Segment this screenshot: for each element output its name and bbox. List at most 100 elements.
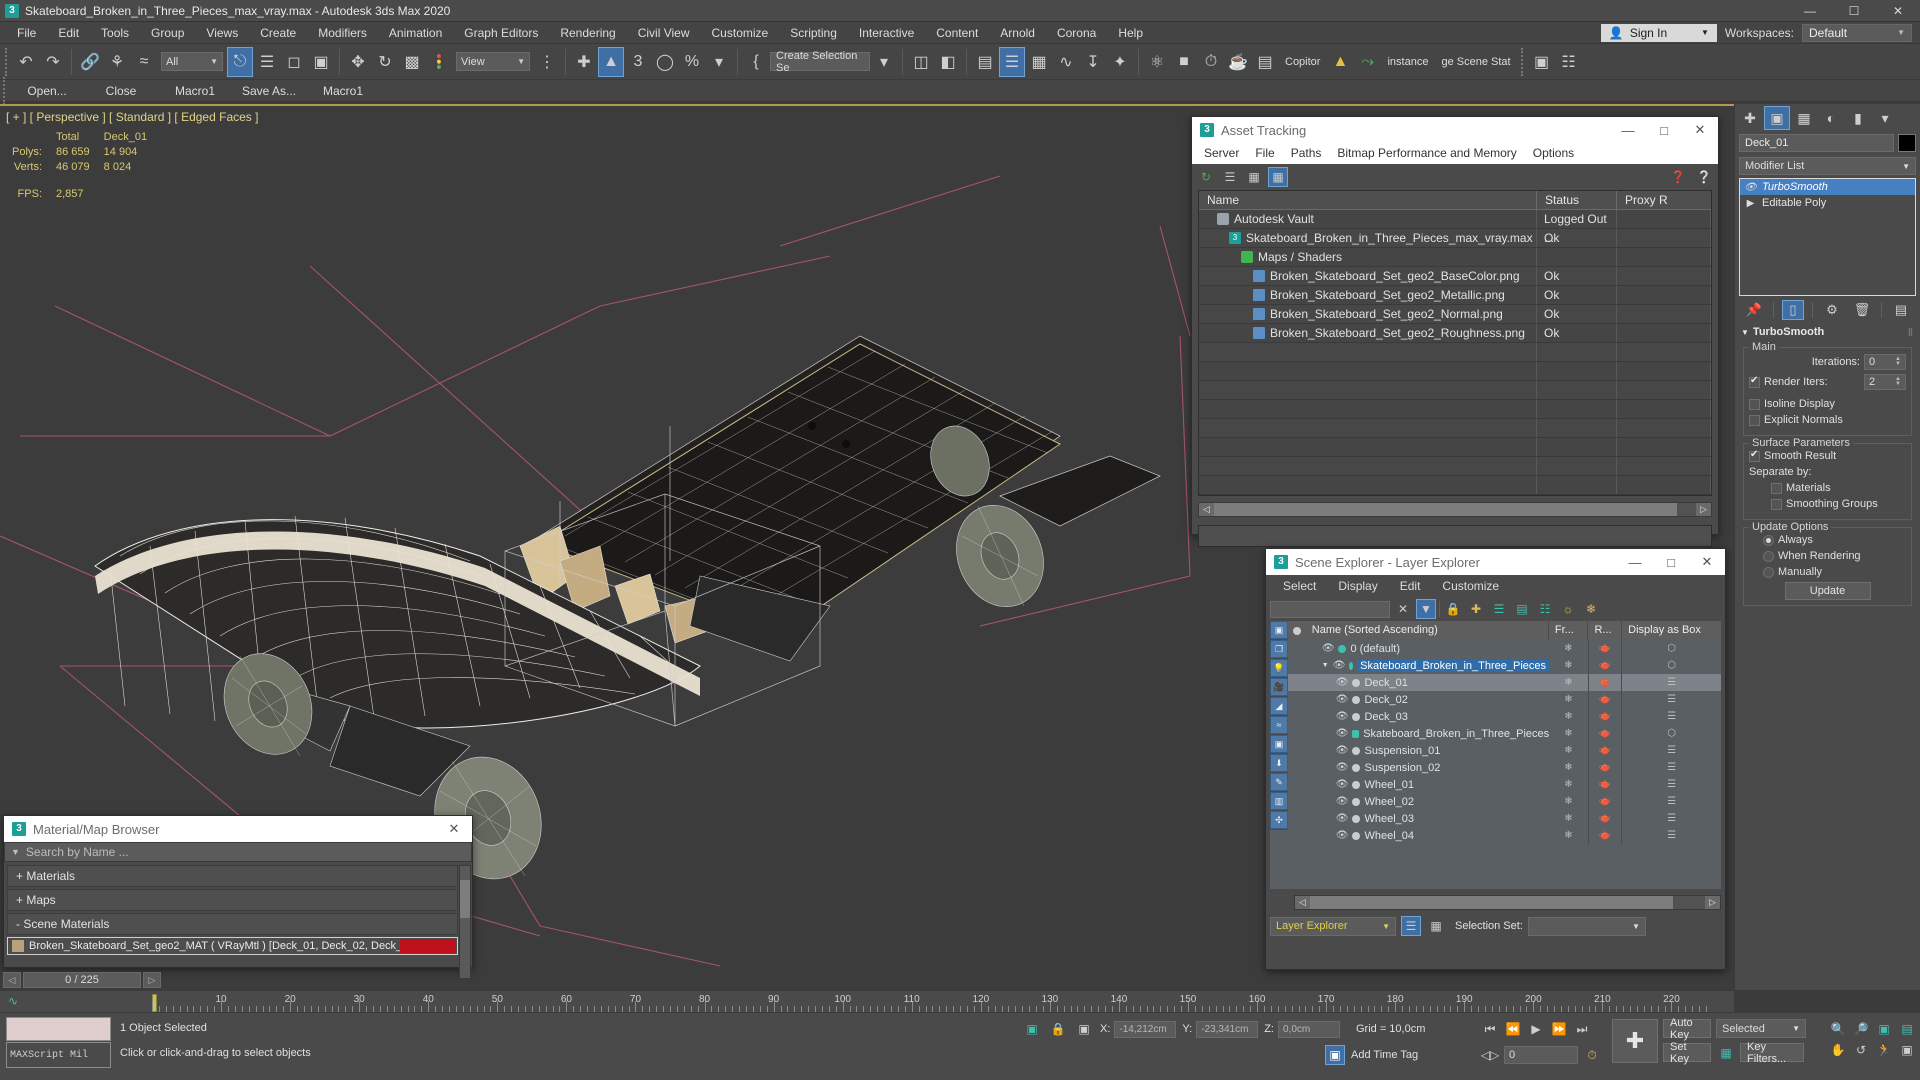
visibility-eye-icon[interactable]: 👁	[1336, 779, 1349, 790]
key-mode-toggle-icon[interactable]: ◁▷	[1480, 1045, 1500, 1065]
add-layer-icon[interactable]: ✚	[1466, 599, 1486, 619]
display-as-box-icon[interactable]: ☰	[1622, 793, 1721, 810]
maximize-icon[interactable]: □	[1646, 117, 1682, 143]
tab-motion[interactable]: ◐	[1818, 106, 1844, 130]
open-file-icon[interactable]: ☷	[1556, 47, 1582, 77]
key-filters-button[interactable]: Key Filters...	[1740, 1041, 1804, 1065]
col-header-display-as-box[interactable]: Display as Box	[1622, 621, 1721, 640]
renderable-teapot-icon[interactable]: 🫖	[1589, 793, 1623, 810]
display-as-box-icon[interactable]: ☰	[1622, 759, 1721, 776]
table-row[interactable]: Broken_Skateboard_Set_geo2_BaseColor.png…	[1199, 267, 1711, 286]
render-iters-checkbox[interactable]	[1749, 375, 1760, 388]
renderable-teapot-icon[interactable]: 🫖	[1589, 640, 1623, 657]
menu-civil-view[interactable]: Civil View	[627, 22, 701, 44]
group-maps[interactable]: + Maps	[7, 889, 458, 911]
chevron-down-icon[interactable]: ▼	[11, 847, 20, 857]
show-end-result-icon[interactable]: ▯	[1782, 300, 1804, 320]
at-menu-file[interactable]: File	[1247, 143, 1282, 164]
row-select-box[interactable]	[1288, 759, 1306, 776]
set-key-button[interactable]: Set Key	[1663, 1041, 1711, 1065]
key-mode-select[interactable]: Selected ▼	[1716, 1019, 1806, 1038]
row-select-box[interactable]	[1288, 810, 1306, 827]
renderable-teapot-icon[interactable]: 🫖	[1589, 674, 1623, 691]
use-pivot-point-center-icon[interactable]: ⋮	[534, 47, 560, 77]
scene-explorer-window[interactable]: 3 Scene Explorer - Layer Explorer — □ ✕ …	[1265, 548, 1726, 970]
select-objects-in-layer-icon[interactable]: ▤	[1512, 599, 1532, 619]
current-frame-field[interactable]: 0	[1504, 1046, 1578, 1064]
scroll-left-icon[interactable]: ◁	[1199, 503, 1214, 516]
tab-utilities[interactable]: ▾	[1872, 106, 1898, 130]
display-as-box-icon[interactable]: ☰	[1622, 674, 1721, 691]
row-select-box[interactable]	[1288, 674, 1306, 691]
helper-icon[interactable]: ◢	[1270, 697, 1288, 715]
iterations-spinner[interactable]: 0 ▲ ▼	[1864, 354, 1906, 370]
list-view-icon[interactable]: ☰	[1220, 167, 1240, 187]
scene-explorer-hscrollbar[interactable]: ◁ ▷	[1294, 895, 1721, 910]
clear-search-icon[interactable]: ✕	[1393, 599, 1413, 619]
scroll-right-icon[interactable]: ▷	[1705, 896, 1720, 909]
display-as-box-icon[interactable]: ☰	[1622, 742, 1721, 759]
visibility-eye-icon[interactable]: 👁	[1336, 711, 1349, 722]
rectangular-selection-region-icon[interactable]: ◻	[281, 47, 307, 77]
menu-content[interactable]: Content	[925, 22, 989, 44]
add-selection-to-layer-icon[interactable]: ☰	[1489, 599, 1509, 619]
edit-named-selection-sets-icon[interactable]: ▾	[706, 47, 732, 77]
select-and-move-icon[interactable]: ✥	[345, 47, 371, 77]
renderable-teapot-icon[interactable]: 🫖	[1589, 708, 1623, 725]
stack-item-editable-poly[interactable]: ▶ Editable Poly	[1740, 195, 1915, 211]
select-and-place-icon[interactable]: 🚦	[426, 47, 452, 77]
menu-rendering[interactable]: Rendering	[549, 22, 626, 44]
pager-prev-icon[interactable]: ◁	[3, 972, 21, 988]
row-select-box[interactable]	[1288, 708, 1306, 725]
table-row-empty[interactable]	[1199, 362, 1711, 381]
snaps-toggle-icon[interactable]: ▲	[598, 46, 624, 77]
warning-icon[interactable]: ▲	[1327, 47, 1353, 77]
tab-display[interactable]: ▮	[1845, 106, 1871, 130]
col-header-renderable[interactable]: R...	[1588, 621, 1623, 640]
row-select-box[interactable]	[1288, 827, 1306, 844]
mirror-icon[interactable]: ◫	[908, 47, 934, 77]
material-browser-titlebar[interactable]: 3 Material/Map Browser ✕	[4, 816, 472, 842]
create-selection-set-input[interactable]: Create Selection Se	[770, 50, 870, 74]
display-as-box-icon[interactable]: ⬡	[1622, 640, 1721, 657]
macro-close-button[interactable]: Close	[84, 84, 158, 98]
zoom-region-icon[interactable]: ▤	[1897, 1019, 1917, 1039]
table-row[interactable]: Broken_Skateboard_Set_geo2_Roughness.png…	[1199, 324, 1711, 343]
maximize-icon[interactable]: ☐	[1832, 0, 1876, 22]
pan-view-icon[interactable]: ✋	[1828, 1040, 1848, 1060]
list-item[interactable]: 👁 Skateboard_Broken_in_Three_Pieces ❄ 🫖 ⬡	[1288, 725, 1721, 742]
scroll-thumb[interactable]	[460, 880, 470, 918]
menu-file[interactable]: File	[6, 22, 47, 44]
layers-icon[interactable]: ☷	[1535, 599, 1555, 619]
clone-icon[interactable]: ❐	[1270, 640, 1288, 658]
freeze-icon[interactable]: ❄	[1581, 599, 1601, 619]
visibility-eye-icon[interactable]: 👁	[1336, 762, 1349, 773]
spinner-arrows-icon[interactable]: ▲ ▼	[1895, 376, 1901, 387]
instance-label[interactable]: instance	[1381, 56, 1434, 68]
close-icon[interactable]: ✕	[1876, 0, 1920, 22]
render-setup-icon[interactable]: ■	[1171, 47, 1197, 77]
scene-explorer-icon[interactable]: ☰	[999, 46, 1025, 77]
visibility-eye-icon[interactable]: 👁	[1333, 660, 1346, 671]
rendered-frame-window-icon[interactable]: ⏱	[1198, 47, 1224, 77]
scene-state-label[interactable]: ge Scene Stat	[1435, 56, 1516, 68]
freeze-snowflake-icon[interactable]: ❄	[1549, 759, 1589, 776]
menu-views[interactable]: Views	[195, 22, 249, 44]
pager-next-icon[interactable]: ▷	[143, 972, 161, 988]
scene-explorer-search-input[interactable]	[1270, 600, 1390, 618]
tab-hierarchy[interactable]: ▦	[1791, 106, 1817, 130]
layer-view-icon[interactable]: ☰	[1401, 916, 1421, 936]
col-header-name[interactable]: Name (Sorted Ascending)	[1306, 621, 1549, 640]
list-item[interactable]: 👁 Suspension_02 ❄ 🫖 ☰	[1288, 759, 1721, 776]
hierarchy-view-icon[interactable]: ▦	[1426, 916, 1446, 936]
time-tag-icon[interactable]: ▣	[1325, 1045, 1345, 1065]
menu-interactive[interactable]: Interactive	[848, 22, 925, 44]
asset-table-hscrollbar[interactable]: ◁ ▷	[1198, 502, 1712, 517]
table-row[interactable]: 3 Skateboard_Broken_in_Three_Pieces_max_v…	[1199, 229, 1711, 248]
group-scene-materials[interactable]: - Scene Materials	[7, 913, 458, 935]
spinner-snap-toggle-icon[interactable]: %	[679, 47, 705, 77]
percent-snap-toggle-icon[interactable]: ◯	[652, 47, 678, 77]
menu-arnold[interactable]: Arnold	[989, 22, 1046, 44]
refresh-icon[interactable]: ↻	[1196, 167, 1216, 187]
named-selection-icon[interactable]: {	[743, 47, 769, 77]
